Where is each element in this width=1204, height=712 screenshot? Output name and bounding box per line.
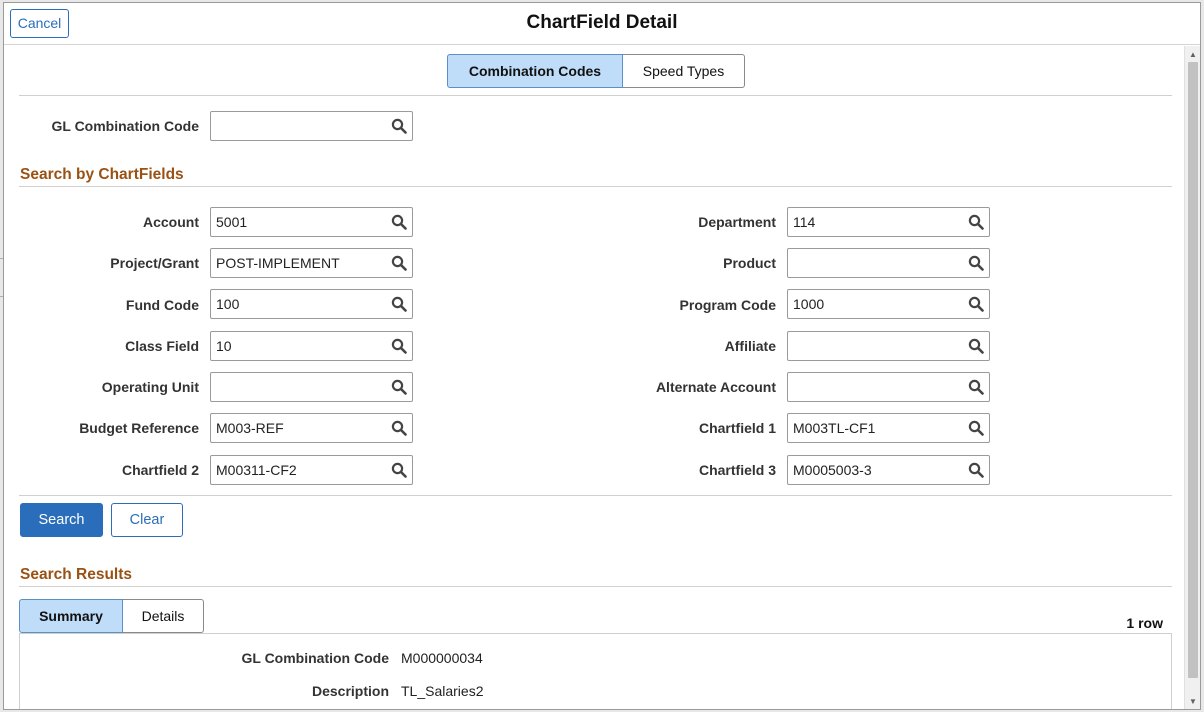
fund-code-label: Fund Code [125,297,199,313]
search-by-chartfields-title: Search by ChartFields [20,166,184,183]
search-icon[interactable] [391,338,407,354]
alternate-account-label: Alternate Account [655,379,776,395]
program-code-label: Program Code [679,297,776,313]
search-icon[interactable] [391,118,407,134]
results-tabs: Summary Details [19,599,204,633]
result-gl-combination-code-value: M000000034 [401,650,483,666]
budget-reference-label: Budget Reference [79,420,199,436]
scrollbar-thumb[interactable] [1188,62,1198,678]
search-icon[interactable] [968,296,984,312]
search-icon[interactable] [968,214,984,230]
search-icon[interactable] [391,255,407,271]
tab-summary[interactable]: Summary [19,599,123,633]
product-field[interactable] [787,248,990,278]
search-icon[interactable] [968,379,984,395]
department-value: 114 [793,214,816,230]
modal-header: Cancel ChartField Detail [4,3,1200,45]
scroll-down-icon[interactable]: ▼ [1185,695,1200,709]
divider [19,186,1172,187]
class-field-label: Class Field [125,338,199,354]
budget-reference-field[interactable]: M003-REF [210,413,413,443]
search-icon[interactable] [391,296,407,312]
result-gl-combination-code-label: GL Combination Code [241,650,389,666]
chartfield-2-label: Chartfield 2 [121,462,199,478]
search-icon[interactable] [391,214,407,230]
search-icon[interactable] [968,462,984,478]
chartfield-1-value: M003TL-CF1 [793,420,876,436]
program-code-value: 1000 [793,296,825,312]
search-icon[interactable] [391,379,407,395]
tab-speed-types[interactable]: Speed Types [623,54,745,88]
program-code-field[interactable]: 1000 [787,289,990,319]
department-label: Department [698,214,776,230]
page-title: ChartField Detail [526,12,678,33]
chartfield-3-label: Chartfield 3 [698,462,776,478]
affiliate-field[interactable] [787,331,990,361]
chartfield-2-value: M00311-CF2 [216,462,297,478]
budget-reference-value: M003-REF [216,420,284,436]
chartfield-1-label: Chartfield 1 [698,420,776,436]
search-icon[interactable] [968,420,984,436]
account-field[interactable]: 5001 [210,207,413,237]
operating-unit-label: Operating Unit [101,379,199,395]
gl-combination-code-label: GL Combination Code [51,118,199,134]
department-field[interactable]: 114 [787,207,990,237]
result-description-value: TL_Salaries2 [401,683,484,699]
chartfield-detail-modal: Cancel ChartField Detail Combination Cod… [3,2,1201,710]
vertical-scrollbar[interactable]: ▲ ▼ [1184,46,1200,709]
fund-code-field[interactable]: 100 [210,289,413,319]
chartfield-2-field[interactable]: M00311-CF2 [210,455,413,485]
chartfield-1-field[interactable]: M003TL-CF1 [787,413,990,443]
search-icon[interactable] [391,462,407,478]
search-icon[interactable] [968,255,984,271]
tab-combination-codes[interactable]: Combination Codes [447,54,623,88]
affiliate-label: Affiliate [724,338,776,354]
chartfield-3-value: M0005003-3 [793,462,872,478]
modal-content: Combination Codes Speed Types GL Combina… [4,46,1182,709]
scroll-up-icon[interactable]: ▲ [1185,48,1200,62]
account-value: 5001 [216,214,248,230]
operating-unit-field[interactable] [210,372,413,402]
clear-button[interactable]: Clear [111,503,183,537]
chartfield-3-field[interactable]: M0005003-3 [787,455,990,485]
fund-code-value: 100 [216,296,240,312]
result-description-label: Description [311,683,389,699]
divider [19,586,1172,587]
tab-details[interactable]: Details [123,599,204,633]
results-summary-panel: GL Combination Code M000000034 Descripti… [19,633,1172,709]
divider [19,495,1172,496]
project-grant-label: Project/Grant [110,255,199,271]
project-grant-value: POST-IMPLEMENT [216,255,340,271]
class-field-value: 10 [216,338,232,354]
search-button[interactable]: Search [20,503,103,537]
project-grant-field[interactable]: POST-IMPLEMENT [210,248,413,278]
account-label: Account [143,214,199,230]
class-field-field[interactable]: 10 [210,331,413,361]
product-label: Product [723,255,776,271]
search-results-title: Search Results [20,566,132,583]
search-icon[interactable] [391,420,407,436]
gl-combination-code-field[interactable] [210,111,413,141]
alternate-account-field[interactable] [787,372,990,402]
top-tabs: Combination Codes Speed Types [447,54,745,88]
search-icon[interactable] [968,338,984,354]
divider [19,95,1172,96]
row-count: 1 row [1126,615,1163,631]
